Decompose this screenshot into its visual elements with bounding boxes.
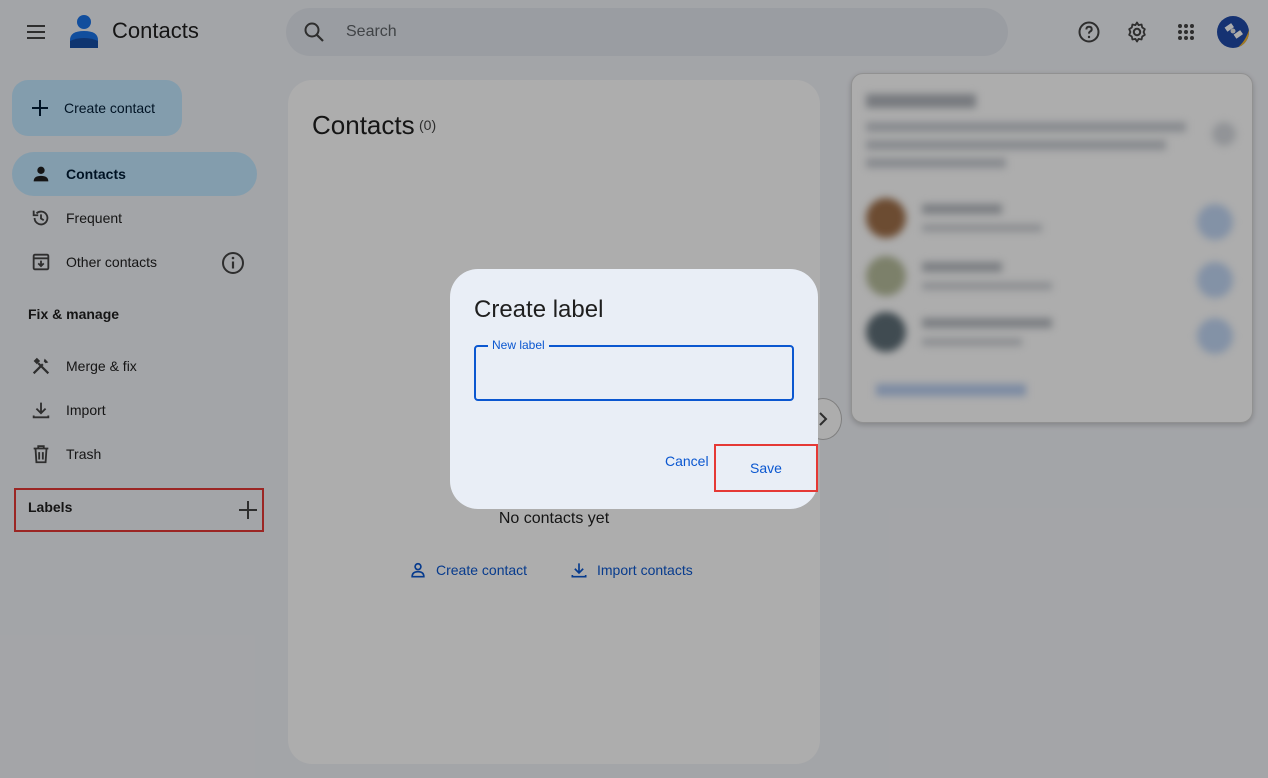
new-label-field-label: New label — [488, 338, 549, 352]
create-label-dialog: Create label New label Cancel Save — [450, 269, 818, 509]
new-label-field[interactable]: New label — [474, 338, 794, 401]
cancel-button[interactable]: Cancel — [665, 453, 709, 469]
new-label-input[interactable] — [490, 361, 780, 385]
dialog-title: Create label — [474, 296, 604, 323]
save-button-highlight: Save — [714, 444, 818, 492]
save-button[interactable]: Save — [750, 460, 782, 476]
